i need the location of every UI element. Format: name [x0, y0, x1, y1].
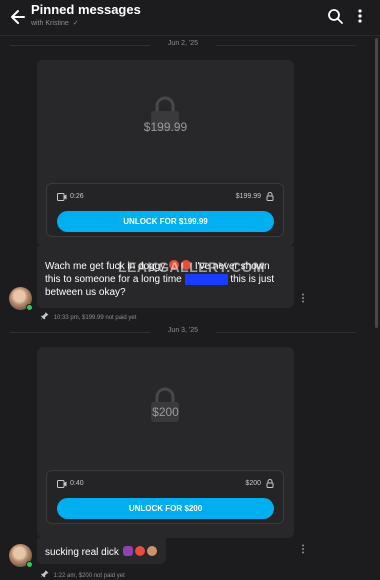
- media-preview-box: 0:26 $199.99 UNLOCK FOR $199.99: [46, 183, 284, 237]
- subtitle-text: with Kristine: [31, 20, 69, 27]
- page-title: Pinned messages: [31, 2, 141, 17]
- date-divider: Jun 3, '25: [10, 327, 356, 337]
- locked-media-card[interactable]: $199.99 0:26 $199.99 UNLOCK FOR $199.99: [37, 60, 294, 246]
- message-bubble: sucking real dick: [37, 538, 166, 564]
- chat-subtitle: with Kristine ✓: [31, 19, 79, 27]
- redaction-bar: xxxxxxx: [184, 274, 228, 285]
- locked-media-card[interactable]: $200 0:40 $200 UNLOCK FOR $200: [37, 347, 294, 538]
- video-duration: 0:40: [70, 480, 84, 487]
- payment-status: $200 not paid yet: [78, 573, 125, 579]
- pin-icon: [41, 570, 49, 578]
- avatar[interactable]: [9, 544, 33, 568]
- video-icon: [57, 480, 67, 488]
- message-meta: 1:22 am, $200 not paid yet: [41, 570, 125, 579]
- message-time: 1:22 am,: [53, 573, 78, 579]
- media-price: $199.99: [143, 120, 188, 134]
- pin-icon: [41, 312, 49, 320]
- avatar[interactable]: [9, 287, 33, 311]
- date-divider: Jun 2, '25: [10, 40, 356, 50]
- unlock-button[interactable]: UNLOCK FOR $199.99: [57, 211, 274, 232]
- angry-emoji-icon: [134, 546, 145, 556]
- online-indicator: [26, 561, 33, 568]
- search-icon[interactable]: [327, 8, 343, 24]
- unlock-button[interactable]: UNLOCK FOR $200: [57, 498, 274, 519]
- video-icon: [57, 193, 67, 201]
- message-text: sucking real dick: [45, 546, 158, 559]
- message-options-icon[interactable]: [301, 293, 305, 303]
- top-bar: Pinned messages with Kristine ✓: [0, 0, 380, 36]
- video-duration: 0:26: [70, 193, 84, 200]
- price-label: $199.99: [235, 193, 261, 200]
- online-indicator: [26, 304, 33, 311]
- media-preview-box: 0:40 $200 UNLOCK FOR $200: [46, 470, 284, 524]
- lock-small-icon: [266, 479, 274, 488]
- media-price: $200: [152, 405, 179, 419]
- more-vertical-icon[interactable]: [352, 8, 368, 24]
- message-text-content: sucking real dick: [45, 547, 119, 558]
- lock-small-icon: [266, 192, 274, 201]
- arrow-left-icon[interactable]: [8, 7, 28, 27]
- verified-icon: ✓: [72, 20, 79, 27]
- watermark: LEAKGALLERY.COM: [118, 259, 265, 275]
- price-label: $200: [245, 480, 261, 487]
- monkey-emoji-icon: [146, 546, 157, 556]
- eggplant-emoji-icon: [122, 546, 133, 556]
- message-options-icon[interactable]: [301, 544, 305, 554]
- message-time: 10:33 pm,: [53, 315, 81, 321]
- message-meta: 10:33 pm, $199.99 not paid yet: [41, 312, 136, 321]
- payment-status: $199.99 not paid yet: [82, 315, 137, 321]
- scrollbar[interactable]: [375, 38, 378, 328]
- message-bubble: Wach me get fuck in doggy I've never sho…: [37, 246, 294, 308]
